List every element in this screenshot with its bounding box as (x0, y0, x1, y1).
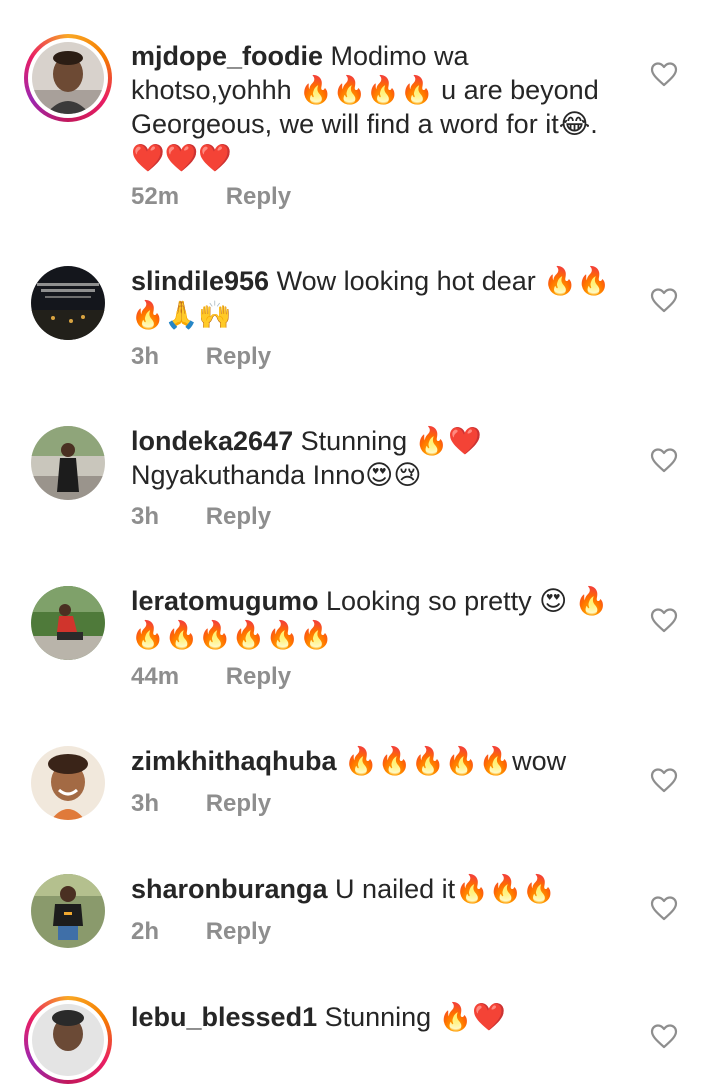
heart-outline-icon (650, 608, 678, 633)
comment-time: 3h (131, 343, 160, 370)
comment-username[interactable]: londeka2647 (131, 426, 293, 456)
comment-username[interactable]: sharonburanga (131, 874, 328, 904)
comment-text: Stunning 🔥❤️ (324, 1002, 506, 1032)
reply-button[interactable]: Reply (206, 503, 271, 531)
avatar-image (31, 746, 105, 820)
like-button[interactable] (650, 895, 678, 921)
comment-meta: 3h Reply (131, 790, 271, 818)
avatar[interactable] (31, 586, 105, 660)
comment-username[interactable]: zimkhithaqhuba (131, 746, 337, 776)
comment-text: U nailed it🔥🔥🔥 (335, 874, 556, 904)
comment-time: 44m (131, 663, 180, 690)
heart-outline-icon (650, 896, 678, 921)
avatar[interactable] (31, 746, 105, 820)
avatar[interactable] (24, 996, 112, 1084)
comment-body: slindile956 Wow looking hot dear 🔥🔥🔥🙏🙌 (131, 264, 621, 332)
reply-button[interactable]: Reply (226, 663, 291, 691)
like-button[interactable] (650, 1023, 678, 1049)
comment-body: mjdope_foodie Modimo wa khotso,yohhh 🔥🔥🔥… (131, 39, 621, 175)
comment-username[interactable]: lebu_blessed1 (131, 1002, 317, 1032)
avatar[interactable] (24, 34, 112, 122)
comment-body: zimkhithaqhuba 🔥🔥🔥🔥🔥wow (131, 744, 621, 778)
comment-meta: 3h Reply (131, 343, 271, 371)
comment-meta: 2h Reply (131, 918, 271, 946)
comment-username[interactable]: mjdope_foodie (131, 41, 323, 71)
comment-body: londeka2647 Stunning 🔥❤️ Ngyakuthanda In… (131, 424, 621, 492)
heart-outline-icon (650, 448, 678, 473)
reply-button[interactable]: Reply (226, 183, 291, 211)
avatar-image (31, 874, 105, 948)
comment-time: 2h (131, 918, 160, 945)
comment-username[interactable]: leratomugumo (131, 586, 319, 616)
avatar-image (32, 1004, 104, 1076)
reply-button[interactable]: Reply (206, 343, 271, 371)
avatar-image (32, 42, 104, 114)
heart-outline-icon (650, 288, 678, 313)
comment-meta: 44m Reply (131, 663, 291, 691)
comment-meta: 3h Reply (131, 503, 271, 531)
comment-time: 52m (131, 183, 180, 210)
avatar[interactable] (31, 874, 105, 948)
comment-text: 🔥🔥🔥🔥🔥wow (344, 746, 567, 776)
avatar-image (31, 586, 105, 660)
avatar-image (31, 426, 105, 500)
comment-meta: 52m Reply (131, 183, 291, 211)
like-button[interactable] (650, 607, 678, 633)
avatar-image (31, 266, 105, 340)
comment-body: leratomugumo Looking so pretty 😍 🔥🔥🔥🔥🔥🔥🔥 (131, 584, 621, 652)
comment-time: 3h (131, 790, 160, 817)
comment-body: sharonburanga U nailed it🔥🔥🔥 (131, 872, 621, 906)
avatar[interactable] (31, 266, 105, 340)
like-button[interactable] (650, 767, 678, 793)
reply-button[interactable]: Reply (206, 918, 271, 946)
heart-outline-icon (650, 1024, 678, 1049)
comment-username[interactable]: slindile956 (131, 266, 269, 296)
like-button[interactable] (650, 61, 678, 87)
reply-button[interactable]: Reply (206, 790, 271, 818)
heart-outline-icon (650, 768, 678, 793)
avatar[interactable] (31, 426, 105, 500)
like-button[interactable] (650, 287, 678, 313)
comment-body: lebu_blessed1 Stunning 🔥❤️ (131, 1000, 621, 1034)
like-button[interactable] (650, 447, 678, 473)
heart-outline-icon (650, 62, 678, 87)
comment-time: 3h (131, 503, 160, 530)
